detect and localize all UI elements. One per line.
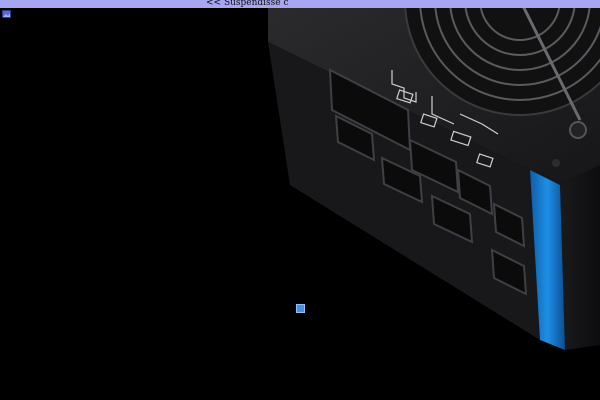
screw-icon: [569, 121, 587, 139]
case-side-panel: [560, 165, 600, 350]
image-icon[interactable]: [2, 10, 11, 18]
window-title: << Suspendisse c: [206, 0, 289, 8]
power-supply-photo: [268, 0, 600, 350]
overlay-button[interactable]: [296, 304, 305, 313]
title-bar[interactable]: << Suspendisse c: [0, 0, 600, 8]
image-viewer: << Suspendisse c: [0, 0, 600, 400]
